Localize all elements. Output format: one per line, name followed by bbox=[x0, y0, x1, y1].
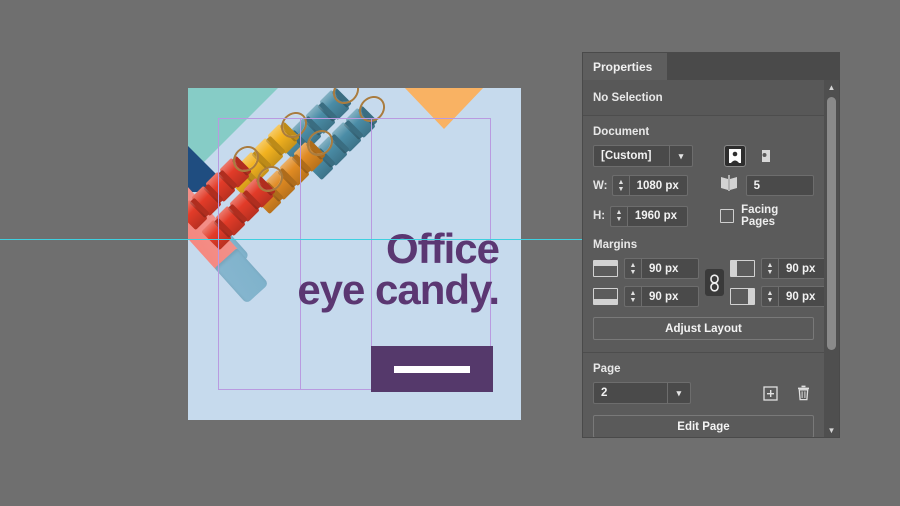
add-page-button[interactable] bbox=[759, 382, 781, 404]
margin-bottom-stepper[interactable]: ▲ ▼ bbox=[624, 286, 641, 307]
delete-page-button[interactable] bbox=[793, 382, 815, 404]
margin-top-input[interactable]: 90 px bbox=[641, 258, 699, 279]
tab-properties[interactable]: Properties bbox=[583, 53, 667, 80]
orientation-portrait-button[interactable] bbox=[724, 145, 746, 167]
facing-pages-label: Facing Pages bbox=[741, 204, 779, 228]
width-stepper[interactable]: ▲ ▼ bbox=[612, 175, 629, 196]
margin-bottom-input[interactable]: 90 px bbox=[641, 286, 699, 307]
margin-top-stepper[interactable]: ▲ ▼ bbox=[624, 258, 641, 279]
pages-count-input[interactable]: 5 bbox=[745, 175, 814, 196]
chevron-down-icon: ▾ bbox=[666, 383, 690, 403]
selection-status: No Selection bbox=[583, 80, 824, 115]
app-window: Office eye candy. Properties No Selectio… bbox=[0, 0, 900, 506]
width-input[interactable]: 1080 px bbox=[628, 175, 688, 196]
orientation-landscape-button[interactable] bbox=[752, 145, 774, 167]
headline-line-2: eye candy. bbox=[297, 266, 500, 314]
width-label: W: bbox=[593, 179, 608, 192]
height-label: H: bbox=[593, 210, 606, 222]
document-preset-select[interactable]: [Custom] ▾ bbox=[593, 145, 693, 167]
margin-right-input[interactable]: 90 px bbox=[778, 286, 824, 307]
height-input[interactable]: 1960 px bbox=[626, 205, 688, 227]
page-section-title: Page bbox=[593, 363, 621, 375]
margin-right-stepper[interactable]: ▲ ▼ bbox=[761, 286, 778, 307]
margin-right-icon bbox=[730, 288, 755, 305]
chevron-down-icon[interactable]: ▼ bbox=[824, 423, 839, 437]
orange-triangle-shape bbox=[404, 88, 484, 129]
edit-page-button[interactable]: Edit Page bbox=[593, 415, 814, 437]
add-page-icon bbox=[762, 385, 778, 401]
trash-icon bbox=[797, 385, 809, 401]
horizontal-ruler-guide[interactable] bbox=[0, 239, 583, 240]
height-stepper[interactable]: ▲ ▼ bbox=[610, 205, 627, 227]
link-margins-button[interactable] bbox=[705, 269, 724, 296]
scrollbar-thumb[interactable] bbox=[827, 97, 836, 350]
margin-top-icon bbox=[593, 260, 618, 277]
document-section-title: Document bbox=[593, 126, 650, 138]
tab-properties-label: Properties bbox=[593, 59, 653, 74]
margin-bottom-icon bbox=[593, 288, 618, 305]
margin-left-input[interactable]: 90 px bbox=[778, 258, 824, 279]
headline-line-1: Office bbox=[385, 225, 500, 272]
margin-left-stepper[interactable]: ▲ ▼ bbox=[761, 258, 778, 279]
chevron-down-icon: ▾ bbox=[669, 146, 692, 166]
headline-text: Office eye candy. bbox=[188, 225, 500, 314]
panel-scrollbar[interactable]: ▲ ▼ bbox=[824, 80, 839, 437]
artwork-button-bar bbox=[394, 366, 470, 373]
chevron-up-icon[interactable]: ▲ bbox=[824, 80, 839, 94]
page-number-value: 2 bbox=[601, 387, 608, 399]
document-artboard[interactable]: Office eye candy. bbox=[188, 88, 521, 420]
landscape-icon bbox=[756, 150, 770, 162]
page-number-select[interactable]: 2 ▾ bbox=[593, 382, 691, 404]
chain-link-icon bbox=[710, 273, 719, 292]
document-preset-value: [Custom] bbox=[601, 150, 652, 162]
portrait-icon bbox=[729, 149, 741, 163]
facing-pages-checkbox[interactable] bbox=[720, 209, 735, 223]
margins-section-title: Margins bbox=[593, 239, 638, 251]
adjust-layout-button[interactable]: Adjust Layout bbox=[593, 317, 814, 340]
panel-body: No Selection Document [Custom] ▾ W: ▲ ▼ … bbox=[583, 80, 824, 437]
properties-panel: Properties No Selection Document [Custom… bbox=[583, 53, 839, 437]
spread-pages-icon bbox=[719, 174, 739, 197]
artwork-button-block bbox=[371, 346, 493, 392]
margin-left-icon bbox=[730, 260, 755, 277]
